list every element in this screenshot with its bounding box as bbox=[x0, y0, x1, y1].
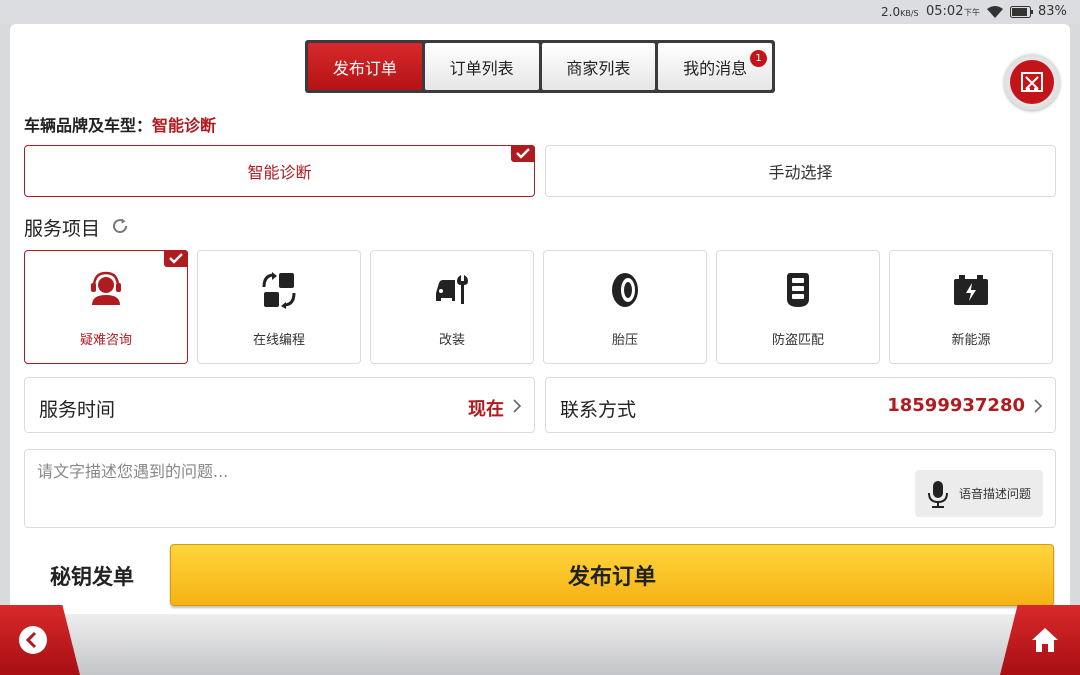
back-arrow-icon bbox=[19, 626, 47, 654]
consult-headset-icon bbox=[91, 271, 121, 305]
tab-merchant-list[interactable]: 商家列表 bbox=[541, 43, 656, 90]
battery-status-icon bbox=[1010, 6, 1033, 18]
tab-order-list[interactable]: 订单列表 bbox=[424, 43, 539, 90]
contact-row[interactable]: 联系方式 18599937280 bbox=[545, 377, 1056, 433]
submit-order-button[interactable]: 发布订单 bbox=[170, 544, 1054, 606]
vehicle-brand-label: 车辆品牌及车型：智能诊断 bbox=[24, 116, 217, 135]
service-card-tire-pressure[interactable]: 胎压 bbox=[543, 250, 707, 364]
online-programming-icon bbox=[262, 272, 296, 309]
check-icon bbox=[164, 250, 188, 267]
status-time: 05:02 bbox=[926, 4, 964, 19]
bottom-nav-bar bbox=[0, 614, 1080, 675]
tab-publish-order[interactable]: 发布订单 bbox=[308, 43, 422, 90]
secret-key-order-link[interactable]: 秘钥发单 bbox=[50, 561, 134, 591]
battery-percent: 83% bbox=[1038, 4, 1067, 19]
contact-phone: 18599937280 bbox=[887, 395, 1025, 416]
message-count-badge: 1 bbox=[750, 50, 767, 67]
shop-button[interactable] bbox=[1004, 54, 1060, 110]
network-speed: 2.0KB/S bbox=[881, 5, 919, 19]
chevron-right-icon bbox=[513, 399, 522, 413]
service-time-value: 现在 bbox=[468, 399, 504, 420]
top-tab-group: 发布订单 订单列表 商家列表 我的消息 1 bbox=[305, 40, 775, 93]
service-card-anti-theft[interactable]: 防盗匹配 bbox=[716, 250, 880, 364]
service-time-row[interactable]: 服务时间 现在 bbox=[24, 377, 535, 433]
service-card-consult[interactable]: 疑难咨询 bbox=[24, 250, 188, 364]
shop-icon bbox=[1021, 72, 1043, 92]
tire-icon bbox=[612, 273, 638, 307]
microphone-icon bbox=[928, 480, 948, 508]
problem-description-input[interactable] bbox=[37, 462, 907, 481]
home-icon bbox=[1032, 628, 1058, 652]
voice-describe-button[interactable]: 语音描述问题 bbox=[915, 470, 1043, 517]
battery-icon bbox=[954, 275, 988, 305]
status-ampm: 下午 bbox=[964, 8, 980, 17]
refresh-icon[interactable] bbox=[111, 217, 129, 235]
service-items-title: 服务项目 bbox=[24, 218, 101, 240]
problem-description-box: 语音描述问题 bbox=[24, 449, 1056, 528]
service-card-new-energy[interactable]: 新能源 bbox=[889, 250, 1053, 364]
chevron-right-icon bbox=[1034, 399, 1043, 413]
tab-my-messages[interactable]: 我的消息 1 bbox=[658, 43, 772, 90]
manual-select-option[interactable]: 手动选择 bbox=[545, 145, 1056, 197]
check-icon bbox=[511, 145, 535, 162]
vehicle-brand-value: 智能诊断 bbox=[152, 116, 217, 135]
car-wrench-icon bbox=[436, 275, 468, 304]
car-key-icon bbox=[787, 273, 809, 307]
wifi-icon bbox=[987, 6, 1003, 18]
service-card-online-programming[interactable]: 在线编程 bbox=[197, 250, 361, 364]
smart-diagnosis-option[interactable]: 智能诊断 bbox=[24, 145, 535, 197]
service-card-modification[interactable]: 改装 bbox=[370, 250, 534, 364]
